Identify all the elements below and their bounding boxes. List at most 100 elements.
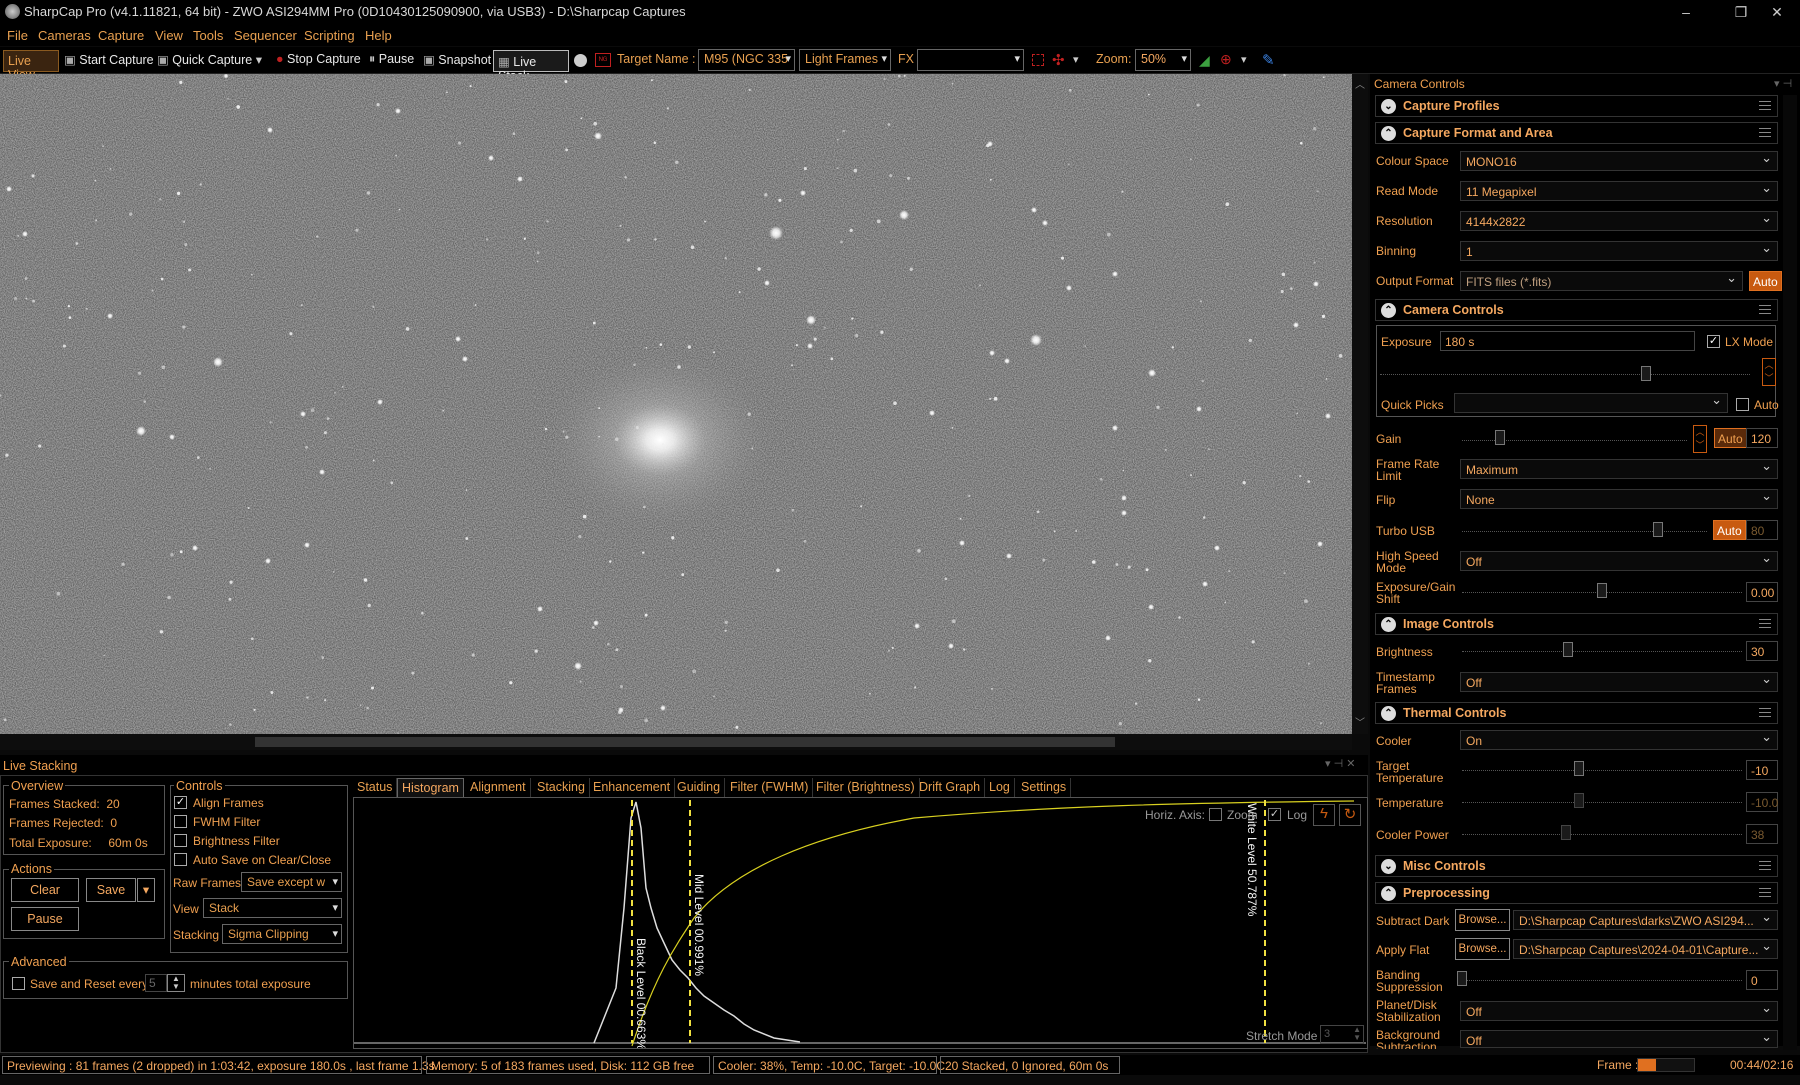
image-viewer[interactable] — [0, 74, 1352, 734]
output-format-select[interactable]: FITS files (*.fits) — [1460, 271, 1743, 291]
clear-button[interactable]: Clear — [11, 878, 79, 902]
menu-sequencer[interactable]: Sequencer — [234, 28, 297, 43]
close-button[interactable]: ✕ — [1754, 0, 1800, 24]
gain-spinner[interactable]: ︿ ﹀ — [1693, 425, 1707, 453]
gain-value[interactable]: 120 — [1746, 428, 1778, 448]
crosshair-icon[interactable]: ✣ — [1052, 51, 1065, 69]
exposure-slider[interactable] — [1380, 374, 1750, 375]
banding-suppression-value[interactable]: 0 — [1746, 970, 1778, 990]
zoom-checkbox[interactable] — [1209, 808, 1222, 821]
pin-icon[interactable]: ▾ ⊣ — [1774, 77, 1792, 90]
pause-stack-button[interactable]: Pause — [11, 907, 79, 931]
tab-guiding[interactable]: Guiding — [673, 778, 726, 798]
menu-capture[interactable]: Capture — [98, 28, 144, 43]
minutes-input[interactable]: 5 — [145, 974, 167, 992]
planet-disk-stabilization-select[interactable]: Off — [1460, 1001, 1778, 1021]
banding-suppression-thumb[interactable] — [1457, 971, 1467, 986]
frame-rate-limit-select[interactable]: Maximum — [1460, 459, 1778, 479]
target-temperature-thumb[interactable] — [1574, 761, 1584, 776]
viewer-vertical-scrollbar[interactable]: ︿ ﹀ — [1352, 74, 1368, 734]
tab-settings[interactable]: Settings — [1017, 778, 1072, 798]
reset-icon[interactable]: ↻ — [1339, 804, 1361, 826]
tab-log[interactable]: Log — [985, 778, 1015, 798]
brightness-filter-checkbox[interactable] — [174, 834, 187, 847]
save-button[interactable]: Save — [86, 878, 136, 902]
gain-auto-button[interactable]: Auto — [1714, 428, 1747, 448]
high-speed-mode-select[interactable]: Off — [1460, 551, 1778, 571]
log-checkbox[interactable]: ✓ — [1268, 808, 1281, 821]
tag-icon[interactable]: ᴺᴳ — [595, 53, 611, 67]
resolution-select[interactable]: 4144x2822 — [1460, 211, 1778, 231]
start-capture-button[interactable]: ▣ Start Capture — [64, 52, 154, 67]
quick-picks-auto-checkbox[interactable] — [1736, 398, 1749, 411]
live-stack-button[interactable]: ▦ Live Stack — [493, 50, 569, 83]
tab-stacking[interactable]: Stacking — [533, 778, 590, 798]
menu-view[interactable]: View — [155, 28, 183, 43]
menu-icon[interactable] — [1759, 619, 1771, 628]
align-frames-checkbox[interactable]: ✓ — [174, 796, 187, 809]
turbo-usb-auto-button[interactable]: Auto — [1713, 520, 1746, 540]
binning-select[interactable]: 1 — [1460, 241, 1778, 261]
panel-buttons-icon[interactable]: ▾ ⊣ ✕ — [1325, 757, 1355, 770]
exposure-slider-thumb[interactable] — [1641, 366, 1651, 381]
menu-icon[interactable] — [1759, 861, 1771, 870]
tab-alignment[interactable]: Alignment — [466, 778, 531, 798]
minutes-spinner[interactable]: ▲ ▼ — [167, 974, 185, 992]
chevron-down-icon[interactable]: ▾ — [1073, 53, 1079, 66]
zoom-in-icon[interactable]: ⊕ — [1220, 51, 1232, 68]
fwhm-filter-checkbox[interactable] — [174, 815, 187, 828]
camera-controls-header[interactable]: ⌃ Camera Controls — [1375, 299, 1778, 321]
menu-file[interactable]: File — [7, 28, 28, 43]
menu-help[interactable]: Help — [365, 28, 392, 43]
turbo-usb-slider[interactable] — [1462, 531, 1707, 532]
capture-format-header[interactable]: ⌃ Capture Format and Area — [1375, 122, 1778, 144]
brightness-slider-thumb[interactable] — [1563, 642, 1574, 657]
target-temperature-value[interactable]: -10 — [1746, 760, 1778, 780]
read-mode-select[interactable]: 11 Megapixel — [1460, 181, 1778, 201]
target-name-input[interactable]: M95 (NGC 335 — [698, 49, 795, 71]
selection-area-icon[interactable] — [1032, 54, 1044, 66]
gain-slider-thumb[interactable] — [1495, 430, 1506, 445]
histogram-icon[interactable]: ◢ — [1199, 52, 1210, 69]
frame-type-select[interactable]: Light Frames — [799, 49, 891, 71]
pause-button[interactable]: ⏸ Pause — [369, 52, 414, 67]
menu-icon[interactable] — [1759, 888, 1771, 897]
live-view-button[interactable]: Live View — [3, 50, 59, 82]
menu-tools[interactable]: Tools — [193, 28, 223, 43]
cooler-select[interactable]: On — [1460, 730, 1778, 750]
exposure-input[interactable]: 180 s — [1440, 331, 1695, 351]
exposure-spinner[interactable]: ︿ ﹀ — [1762, 358, 1776, 386]
output-auto-button[interactable]: Auto — [1749, 271, 1782, 291]
misc-controls-header[interactable]: ⌄ Misc Controls — [1375, 855, 1778, 877]
banding-suppression-slider[interactable] — [1462, 980, 1742, 981]
color-picker-icon[interactable]: ✎ — [1262, 51, 1275, 69]
menu-scripting[interactable]: Scripting — [304, 28, 355, 43]
auto-save-checkbox[interactable] — [174, 853, 187, 866]
scrollbar-thumb[interactable] — [255, 737, 1115, 747]
menu-icon[interactable] — [1759, 708, 1771, 717]
stretch-mode-spinner[interactable]: 3 ▲ ▼ — [1320, 1025, 1364, 1044]
timestamp-frames-select[interactable]: Off — [1460, 672, 1778, 692]
tab-enhancement[interactable]: Enhancement — [589, 778, 676, 798]
tab-filter-brightness[interactable]: Filter (Brightness) — [812, 778, 920, 798]
view-select[interactable]: Stack — [203, 898, 342, 918]
quick-capture-button[interactable]: ▣ Quick Capture ▾ — [157, 52, 262, 67]
subtract-dark-select[interactable]: D:\Sharpcap Captures\darks\ZWO ASI294... — [1513, 910, 1778, 930]
menu-icon[interactable] — [1759, 101, 1771, 110]
snapshot-button[interactable]: ▣ Snapshot — [423, 52, 491, 67]
circle-icon[interactable] — [574, 54, 587, 67]
save-dropdown-button[interactable]: ▾ — [137, 878, 155, 902]
exposure-gain-shift-value[interactable]: 0.00 — [1746, 582, 1778, 602]
browse-flat-button[interactable]: Browse... — [1455, 938, 1510, 960]
browse-dark-button[interactable]: Browse... — [1455, 909, 1510, 931]
colour-space-select[interactable]: MONO16 — [1460, 151, 1778, 171]
histogram-chart[interactable]: Black Level 00.663% Mid Level 00.991% Wh… — [354, 798, 1366, 1048]
brightness-slider[interactable] — [1462, 651, 1742, 652]
zoom-select[interactable]: 50% — [1135, 49, 1191, 71]
raw-frames-select[interactable]: Save except w — [241, 872, 342, 892]
tab-drift-graph[interactable]: Drift Graph — [915, 778, 986, 798]
save-reset-checkbox[interactable] — [12, 977, 25, 990]
image-controls-header[interactable]: ⌃ Image Controls — [1375, 613, 1778, 635]
minimize-button[interactable]: – — [1663, 0, 1709, 24]
flip-select[interactable]: None — [1460, 489, 1778, 509]
